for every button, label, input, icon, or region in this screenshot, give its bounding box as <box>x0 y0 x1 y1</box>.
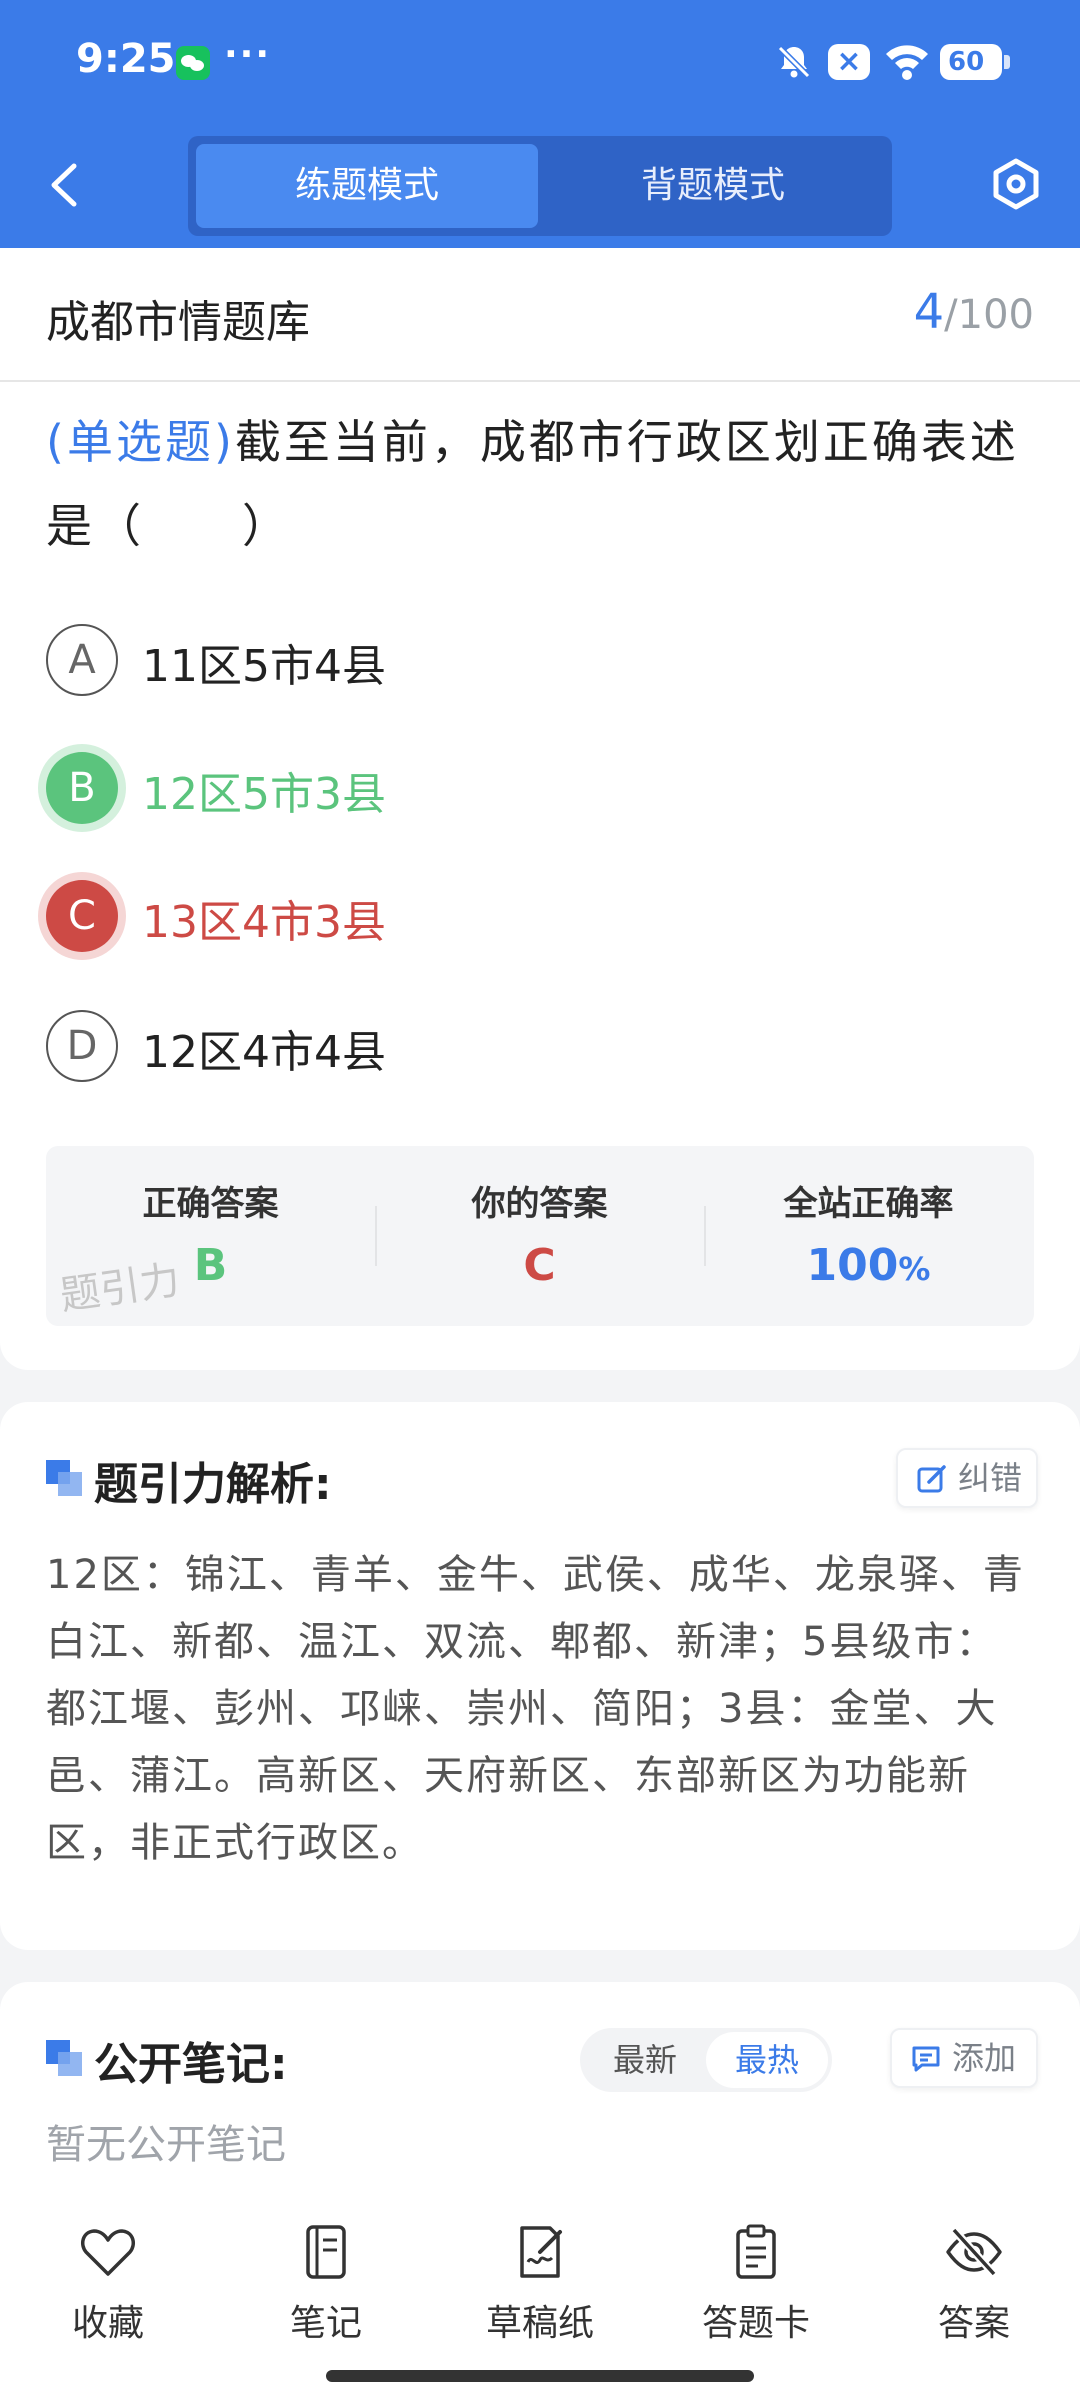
option-letter: D <box>46 1010 118 1082</box>
more-notifications-icon: ··· <box>224 34 272 75</box>
option-letter: B <box>46 752 118 824</box>
home-indicator[interactable] <box>326 2370 754 2382</box>
report-error-label: 纠错 <box>958 1459 1023 1497</box>
status-time: 9:25 <box>76 36 176 82</box>
progress-total: /100 <box>944 292 1034 338</box>
correct-answer-label: 正确答案 <box>142 1184 279 1224</box>
add-note-button[interactable]: 添加 <box>890 2028 1038 2088</box>
tab-practice-mode[interactable]: 练题模式 <box>196 144 538 228</box>
mode-switch: 练题模式 背题模式 <box>188 136 892 236</box>
nav-favorite-label: 收藏 <box>71 2303 144 2344</box>
nav-toggle-answer[interactable]: 答案 <box>894 2222 1054 2344</box>
accuracy-number: 100 <box>806 1240 899 1291</box>
eye-off-icon <box>946 2227 1002 2277</box>
settings-icon[interactable] <box>990 158 1042 210</box>
option-letter: C <box>46 880 118 952</box>
option-text: 11区5市4县 <box>142 641 386 692</box>
nav-draft-label: 草稿纸 <box>485 2303 594 2344</box>
question-type: (单选题) <box>46 415 235 469</box>
your-answer-column: 你的答案 C <box>375 1146 704 1326</box>
notes-sort-toggle: 最新 最热 <box>580 2028 832 2092</box>
question-card: 成都市情题库 4/100 (单选题)截至当前，成都市行政区划正确表述是（ ） A… <box>0 248 1080 1370</box>
wifi-icon <box>886 45 928 80</box>
status-bar: 9:25 ··· × 60 <box>0 0 1080 120</box>
divider <box>0 380 1080 382</box>
correct-answer-column: 正确答案 B 题引力 <box>46 1146 375 1326</box>
analysis-text: 12区：锦江、青羊、金牛、武侯、成华、龙泉驿、青白江、新都、温江、双流、郫都、新… <box>46 1552 1025 1866</box>
question-progress: 4/100 <box>914 284 1034 340</box>
option-text: 12区5市3县 <box>142 769 386 820</box>
battery-icon: 60 <box>940 44 1010 80</box>
notes-title: 公开笔记: <box>94 2039 288 2090</box>
comment-icon <box>912 2046 940 2072</box>
wechat-icon <box>176 46 210 80</box>
accuracy-unit: % <box>898 1250 931 1288</box>
draft-icon <box>520 2226 562 2278</box>
your-answer-value: C <box>523 1240 556 1291</box>
option-text: 13区4市3县 <box>142 897 386 948</box>
answer-summary: 正确答案 B 题引力 你的答案 C 全站正确率 100% <box>46 1146 1034 1326</box>
close-badge-icon: × <box>828 44 870 80</box>
public-notes-card: 公开笔记: 最新 最热 添加 暂无公开笔记 <box>0 1982 1080 2182</box>
app-header: 9:25 ··· × 60 练题模式 背题模式 <box>0 0 1080 248</box>
sort-hottest[interactable]: 最热 <box>706 2032 828 2088</box>
progress-current: 4 <box>913 284 945 340</box>
tab-memorize-mode[interactable]: 背题模式 <box>542 144 884 228</box>
empty-notes-text: 暂无公开笔记 <box>46 2122 286 2168</box>
heart-icon <box>80 2229 136 2276</box>
your-answer-label: 你的答案 <box>471 1184 608 1224</box>
report-error-button[interactable]: 纠错 <box>896 1448 1038 1508</box>
add-note-label: 添加 <box>952 2039 1017 2077</box>
analysis-title: 题引力解析: <box>94 1459 332 1510</box>
section-marker-icon <box>46 1460 84 1498</box>
notebook-icon <box>306 2225 346 2279</box>
back-arrow-icon[interactable] <box>44 160 84 210</box>
option-text: 12区4市4县 <box>142 1027 386 1078</box>
nav-notes[interactable]: 笔记 <box>246 2222 406 2344</box>
analysis-card: 题引力解析: 纠错 12区：锦江、青羊、金牛、武侯、成华、龙泉驿、青白江、新都、… <box>0 1402 1080 1950</box>
accuracy-label: 全站正确率 <box>783 1184 954 1224</box>
nav-favorite[interactable]: 收藏 <box>28 2222 188 2344</box>
nav-notes-label: 笔记 <box>289 2303 362 2344</box>
accuracy-column: 全站正确率 100% <box>704 1146 1033 1326</box>
edit-icon <box>917 1465 946 1493</box>
bottom-toolbar: 收藏 笔记 草稿纸 答题卡 答案 <box>0 2182 1080 2400</box>
accuracy-value: 100% <box>704 1240 1033 1291</box>
nav-toggle-answer-label: 答案 <box>937 2303 1010 2344</box>
question-bank-title: 成都市情题库 <box>46 297 310 348</box>
question-stem: (单选题)截至当前，成都市行政区划正确表述是（ ） <box>46 400 1036 568</box>
bell-muted-icon <box>777 45 811 79</box>
nav-answer-sheet[interactable]: 答题卡 <box>676 2222 836 2344</box>
option-letter: A <box>46 624 118 696</box>
nav-draft[interactable]: 草稿纸 <box>460 2222 620 2344</box>
clipboard-icon <box>736 2224 776 2279</box>
nav-answer-sheet-label: 答题卡 <box>701 2303 810 2344</box>
sort-newest[interactable]: 最新 <box>584 2032 706 2088</box>
section-marker-icon <box>46 2040 84 2078</box>
